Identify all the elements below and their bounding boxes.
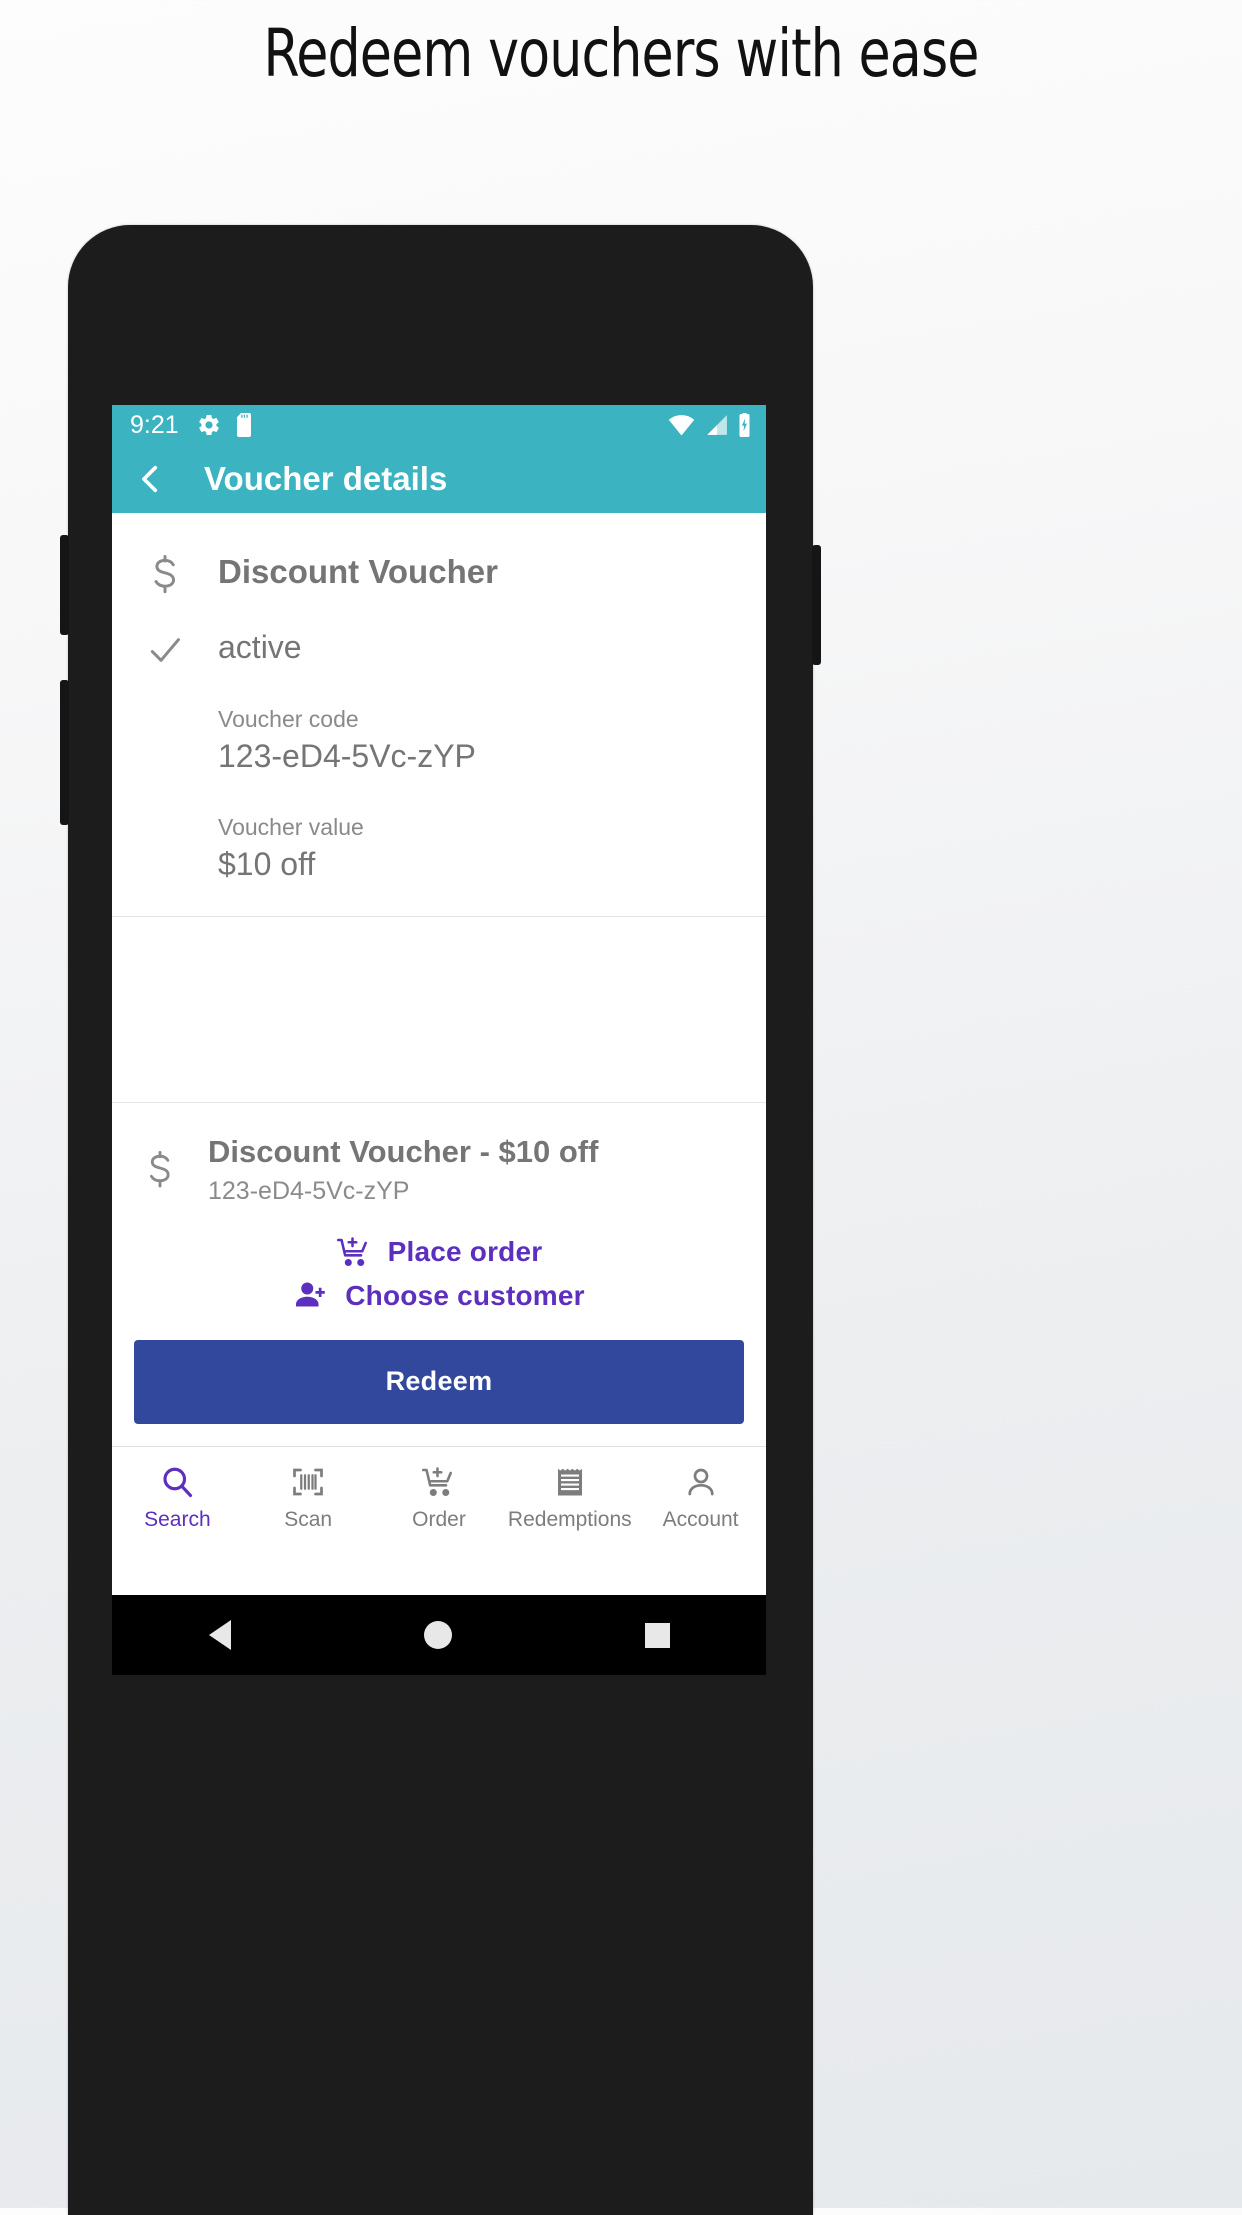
- phone-device-frame: 9:21 Voucher details Discount Voucher ac…: [60, 225, 821, 2215]
- empty-section: [112, 916, 766, 1103]
- add-person-icon: [293, 1278, 329, 1314]
- wifi-icon: [668, 414, 695, 436]
- main-content: Discount Voucher active Voucher code 123…: [112, 513, 766, 1547]
- nav-item-scan[interactable]: Scan: [243, 1464, 374, 1530]
- volume-up-button[interactable]: [60, 535, 69, 635]
- voucher-code-label: Voucher code: [218, 706, 359, 732]
- nav-label-search: Search: [144, 1507, 211, 1531]
- choose-customer-link[interactable]: Choose customer: [293, 1278, 585, 1314]
- add-to-cart-icon: [336, 1234, 372, 1270]
- receipt-icon: [552, 1464, 588, 1500]
- voucher-value-value: $10 off: [218, 846, 316, 883]
- place-order-label: Place order: [387, 1235, 543, 1267]
- check-icon: [112, 631, 218, 669]
- nav-label-redemptions: Redemptions: [507, 1507, 632, 1531]
- sd-card-icon: [233, 413, 255, 437]
- voucher-status-row: active: [112, 631, 766, 669]
- nav-item-redemptions[interactable]: Redemptions: [504, 1464, 635, 1530]
- app-bar: Voucher details: [112, 445, 766, 513]
- back-triangle-icon[interactable]: [208, 1620, 231, 1650]
- gear-icon: [197, 413, 221, 437]
- voucher-detail-card: Discount Voucher active Voucher code 123…: [112, 513, 766, 917]
- back-button[interactable]: [134, 462, 180, 496]
- voucher-action-card: Discount Voucher - $10 off 123-eD4-5Vc-z…: [112, 1103, 766, 1446]
- voucher-name: Discount Voucher: [218, 553, 498, 590]
- home-circle-icon[interactable]: [423, 1621, 452, 1649]
- voucher-code-value: 123-eD4-5Vc-zYP: [218, 737, 476, 774]
- voucher-status: active: [218, 629, 302, 665]
- phone-screen: 9:21 Voucher details Discount Voucher ac…: [112, 405, 766, 1595]
- voucher-name-row: Discount Voucher: [112, 555, 766, 597]
- cell-signal-icon: [704, 414, 728, 436]
- page-title: Redeem vouchers with ease: [263, 15, 979, 92]
- nav-item-account[interactable]: Account: [635, 1464, 766, 1530]
- dollar-icon: [112, 1133, 208, 1191]
- person-icon: [683, 1464, 719, 1500]
- power-button[interactable]: [812, 545, 821, 665]
- status-bar: 9:21: [112, 405, 766, 445]
- nav-item-order[interactable]: Order: [374, 1464, 505, 1530]
- app-bar-title: Voucher details: [204, 460, 448, 497]
- nav-label-account: Account: [662, 1507, 739, 1531]
- status-bar-clock: 9:21: [130, 410, 179, 439]
- voucher-value-field: Voucher value $10 off: [112, 813, 766, 885]
- voucher-code-field: Voucher code 123-eD4-5Vc-zYP: [112, 705, 766, 777]
- choose-customer-label: Choose customer: [345, 1279, 585, 1311]
- search-icon: [159, 1464, 195, 1500]
- action-voucher-code: 123-eD4-5Vc-zYP: [208, 1176, 410, 1205]
- volume-down-button[interactable]: [60, 680, 69, 825]
- recents-square-icon[interactable]: [644, 1622, 670, 1648]
- barcode-icon: [290, 1464, 326, 1500]
- bottom-navigation-bar: Search Scan Order Redemptions Account: [112, 1445, 766, 1547]
- chevron-left-icon: [134, 462, 168, 496]
- action-voucher-title: Discount Voucher - $10 off: [208, 1133, 599, 1169]
- add-to-cart-icon: [421, 1464, 457, 1500]
- nav-label-order: Order: [412, 1507, 466, 1531]
- android-system-nav: [112, 1595, 766, 1675]
- voucher-value-label: Voucher value: [218, 814, 364, 841]
- action-links: Place order Choose customer: [112, 1234, 766, 1314]
- battery-icon: [737, 413, 752, 437]
- action-card-header: Discount Voucher - $10 off 123-eD4-5Vc-z…: [112, 1133, 766, 1206]
- place-order-link[interactable]: Place order: [336, 1234, 543, 1270]
- dollar-icon: [112, 555, 218, 597]
- nav-label-scan: Scan: [284, 1507, 333, 1531]
- redeem-button[interactable]: Redeem: [134, 1339, 744, 1424]
- nav-item-search[interactable]: Search: [112, 1464, 243, 1530]
